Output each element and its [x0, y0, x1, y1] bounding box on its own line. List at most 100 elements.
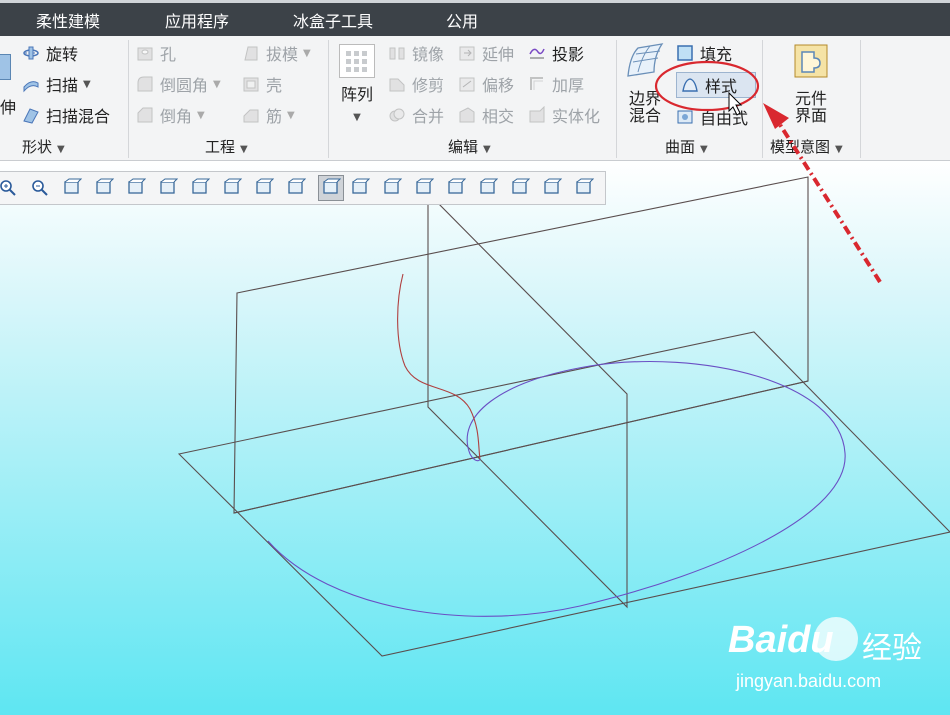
- boundary-blend-label-line1: 边界: [628, 89, 661, 108]
- hole-button[interactable]: 孔: [136, 40, 176, 66]
- solidify-icon: [528, 105, 546, 124]
- menu-applications[interactable]: 应用程序: [165, 8, 229, 32]
- model-tree-display-icon[interactable]: [478, 178, 498, 198]
- merge-icon: [388, 106, 406, 124]
- extend-button[interactable]: 延伸: [458, 40, 514, 66]
- ribbon-divider: [616, 40, 617, 158]
- ribbon-divider: [762, 40, 763, 158]
- draft-label: 拔模: [266, 45, 299, 64]
- round-button[interactable]: 倒圆角 ▼: [136, 71, 221, 97]
- datum-plane-right[interactable]: [427, 191, 628, 609]
- rib-label: 筋: [266, 107, 283, 126]
- chamfer-dropdown-icon[interactable]: ▼: [197, 110, 205, 121]
- boundary-blend-button[interactable]: 边界 混合: [622, 42, 668, 124]
- section-icon[interactable]: [574, 178, 594, 198]
- thicken-button[interactable]: 加厚: [528, 71, 584, 97]
- pattern-button[interactable]: 阵列 ▼: [336, 44, 378, 126]
- repaint-icon[interactable]: [94, 178, 114, 198]
- menu-flexible-modeling[interactable]: 柔性建模: [36, 8, 100, 32]
- project-label: 投影: [552, 45, 585, 64]
- sweep-dropdown-icon[interactable]: ▼: [83, 79, 91, 90]
- project-icon: [528, 44, 546, 62]
- group-surfaces-label[interactable]: 曲面 ▼: [665, 136, 708, 157]
- refit-icon[interactable]: [62, 178, 82, 198]
- draft-dropdown-icon[interactable]: ▼: [303, 48, 311, 59]
- point-display-icon[interactable]: [414, 178, 434, 198]
- group-shape-label[interactable]: 形状 ▼: [22, 136, 65, 157]
- freestyle-button[interactable]: 自由式: [676, 104, 748, 130]
- fill-button[interactable]: 填充: [676, 40, 732, 66]
- component-interface-button[interactable]: 元件 界面: [788, 42, 834, 124]
- watermark-brand-cn: 经验: [862, 631, 922, 666]
- fill-label: 填充: [700, 45, 733, 64]
- menu-utilities[interactable]: 公用: [446, 8, 478, 32]
- sweep-button[interactable]: 扫描 ▼: [22, 71, 91, 97]
- draft-button[interactable]: 拔模 ▼: [242, 40, 311, 66]
- intersect-icon: [458, 106, 476, 124]
- chamfer-icon: [136, 106, 154, 124]
- datum-plane-top[interactable]: [177, 331, 950, 657]
- extrude-partial-label: 伸: [0, 98, 17, 117]
- shell-icon: [242, 75, 260, 93]
- group-editing-label[interactable]: 编辑 ▼: [448, 136, 491, 157]
- named-views-icon[interactable]: [286, 178, 306, 198]
- shell-button[interactable]: 壳: [242, 71, 282, 97]
- shell-label: 壳: [266, 76, 283, 95]
- graphics-window[interactable]: Baidu 经验 jingyan.baidu.com: [0, 161, 950, 715]
- rib-dropdown-icon[interactable]: ▼: [287, 110, 295, 121]
- solidify-label: 实体化: [552, 107, 601, 126]
- datum-plane-front[interactable]: [233, 176, 809, 514]
- mirror-button[interactable]: 镜像: [388, 40, 444, 66]
- offset-button[interactable]: 偏移: [458, 71, 514, 97]
- menu-icebox-tools[interactable]: 冰盒子工具: [293, 8, 373, 32]
- chamfer-label: 倒角: [160, 107, 193, 126]
- spin-center-icon[interactable]: [254, 178, 274, 198]
- intersect-button[interactable]: 相交: [458, 102, 514, 128]
- freestyle-icon: [676, 108, 694, 126]
- merge-button[interactable]: 合并: [388, 102, 444, 128]
- ribbon-divider: [328, 40, 329, 158]
- trim-icon: [388, 75, 406, 93]
- swept-blend-button[interactable]: 扫描混合: [22, 102, 110, 128]
- trim-button[interactable]: 修剪: [388, 71, 444, 97]
- zoom-in-icon[interactable]: [0, 178, 18, 198]
- extend-label: 延伸: [482, 45, 515, 64]
- freestyle-label: 自由式: [700, 109, 749, 128]
- thicken-label: 加厚: [552, 76, 585, 95]
- boundary-blend-label-line2: 混合: [628, 106, 661, 125]
- offset-icon: [458, 75, 476, 93]
- sketched-curve-ellipse[interactable]: [267, 361, 846, 617]
- watermark-url: jingyan.baidu.com: [736, 671, 882, 691]
- mirror-label: 镜像: [412, 45, 445, 64]
- solidify-button[interactable]: 实体化: [528, 102, 600, 128]
- saved-orientations-icon[interactable]: [158, 178, 178, 198]
- display-style-icon[interactable]: [126, 178, 146, 198]
- menu-bar: 柔性建模 应用程序 冰盒子工具 公用: [0, 0, 950, 36]
- thicken-icon: [528, 75, 546, 93]
- ribbon-divider: [860, 40, 861, 158]
- group-engineering-label[interactable]: 工程 ▼: [205, 136, 248, 157]
- csys-display-icon[interactable]: [446, 178, 466, 198]
- watermark-paw-icon: [814, 617, 858, 661]
- rib-button[interactable]: 筋 ▼: [242, 102, 295, 128]
- axis-display-icon[interactable]: [382, 178, 402, 198]
- ribbon-divider: [128, 40, 129, 158]
- intersect-label: 相交: [482, 107, 515, 126]
- group-model-intent-label[interactable]: 模型意图 ▼: [770, 136, 843, 157]
- appearance-icon[interactable]: [542, 178, 562, 198]
- plane-display-icon[interactable]: [350, 178, 370, 198]
- view-toolbar: [0, 171, 606, 205]
- view-manager-icon[interactable]: [190, 178, 210, 198]
- style-button[interactable]: 样式: [676, 72, 757, 98]
- chamfer-button[interactable]: 倒角 ▼: [136, 102, 205, 128]
- zoom-out-icon[interactable]: [30, 178, 50, 198]
- pattern-dropdown-icon[interactable]: ▼: [336, 109, 378, 126]
- project-button[interactable]: 投影: [528, 40, 584, 66]
- revolve-button[interactable]: 旋转: [22, 40, 78, 66]
- extrude-partial-icon[interactable]: [0, 54, 11, 80]
- round-dropdown-icon[interactable]: ▼: [213, 79, 221, 90]
- sketch-display-icon[interactable]: [510, 178, 530, 198]
- annotation-display-icon[interactable]: [318, 175, 344, 201]
- perspective-icon[interactable]: [222, 178, 242, 198]
- fill-icon: [676, 44, 694, 62]
